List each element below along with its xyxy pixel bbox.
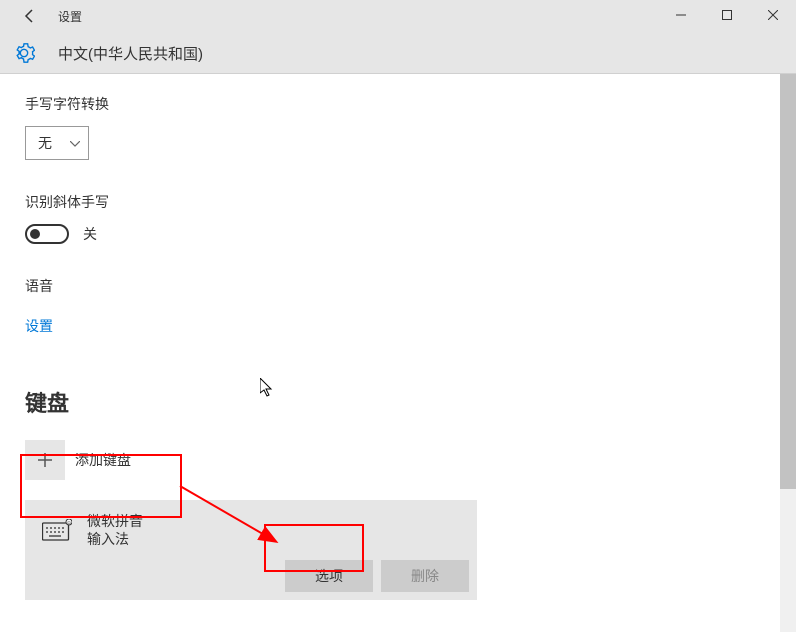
minimize-button[interactable] [658,0,704,30]
keyboard-subtitle: 输入法 [87,530,143,548]
keyboard-item[interactable]: 中 微软拼音 输入法 选项 删除 [25,500,477,600]
titlebar: 设置 [0,0,796,32]
keyboard-icon: 中 [41,518,73,542]
toggle-state-label: 关 [83,224,97,244]
dropdown-value: 无 [38,133,52,153]
window-title: 设置 [58,8,82,25]
add-keyboard-label: 添加键盘 [75,450,131,470]
subheader: 中文(中华人民共和国) [0,32,796,74]
svg-text:中: 中 [67,520,71,526]
plus-icon [25,440,65,480]
gear-icon [10,39,38,67]
chevron-down-icon [70,134,80,152]
handwriting-label: 手写字符转换 [25,94,780,114]
content: 手写字符转换 无 识别斜体手写 关 语音 设置 键盘 添加键盘 [0,74,780,629]
options-button[interactable]: 选项 [285,560,373,592]
scrollbar[interactable] [780,74,796,632]
window-controls [658,0,796,30]
add-keyboard-button[interactable]: 添加键盘 [25,440,780,480]
speech-settings-link[interactable]: 设置 [25,316,53,336]
keyboard-name: 微软拼音 [87,512,143,530]
close-button[interactable] [750,0,796,30]
speech-label: 语音 [25,276,780,296]
keyboard-heading: 键盘 [25,386,780,418]
maximize-button[interactable] [704,0,750,30]
back-button[interactable] [18,4,42,28]
slant-label: 识别斜体手写 [25,192,780,212]
scroll-thumb[interactable] [780,74,796,489]
page-title: 中文(中华人民共和国) [58,43,203,64]
handwriting-dropdown[interactable]: 无 [25,126,89,160]
toggle-thumb [30,229,40,239]
slant-toggle[interactable] [25,224,69,244]
delete-button: 删除 [381,560,469,592]
